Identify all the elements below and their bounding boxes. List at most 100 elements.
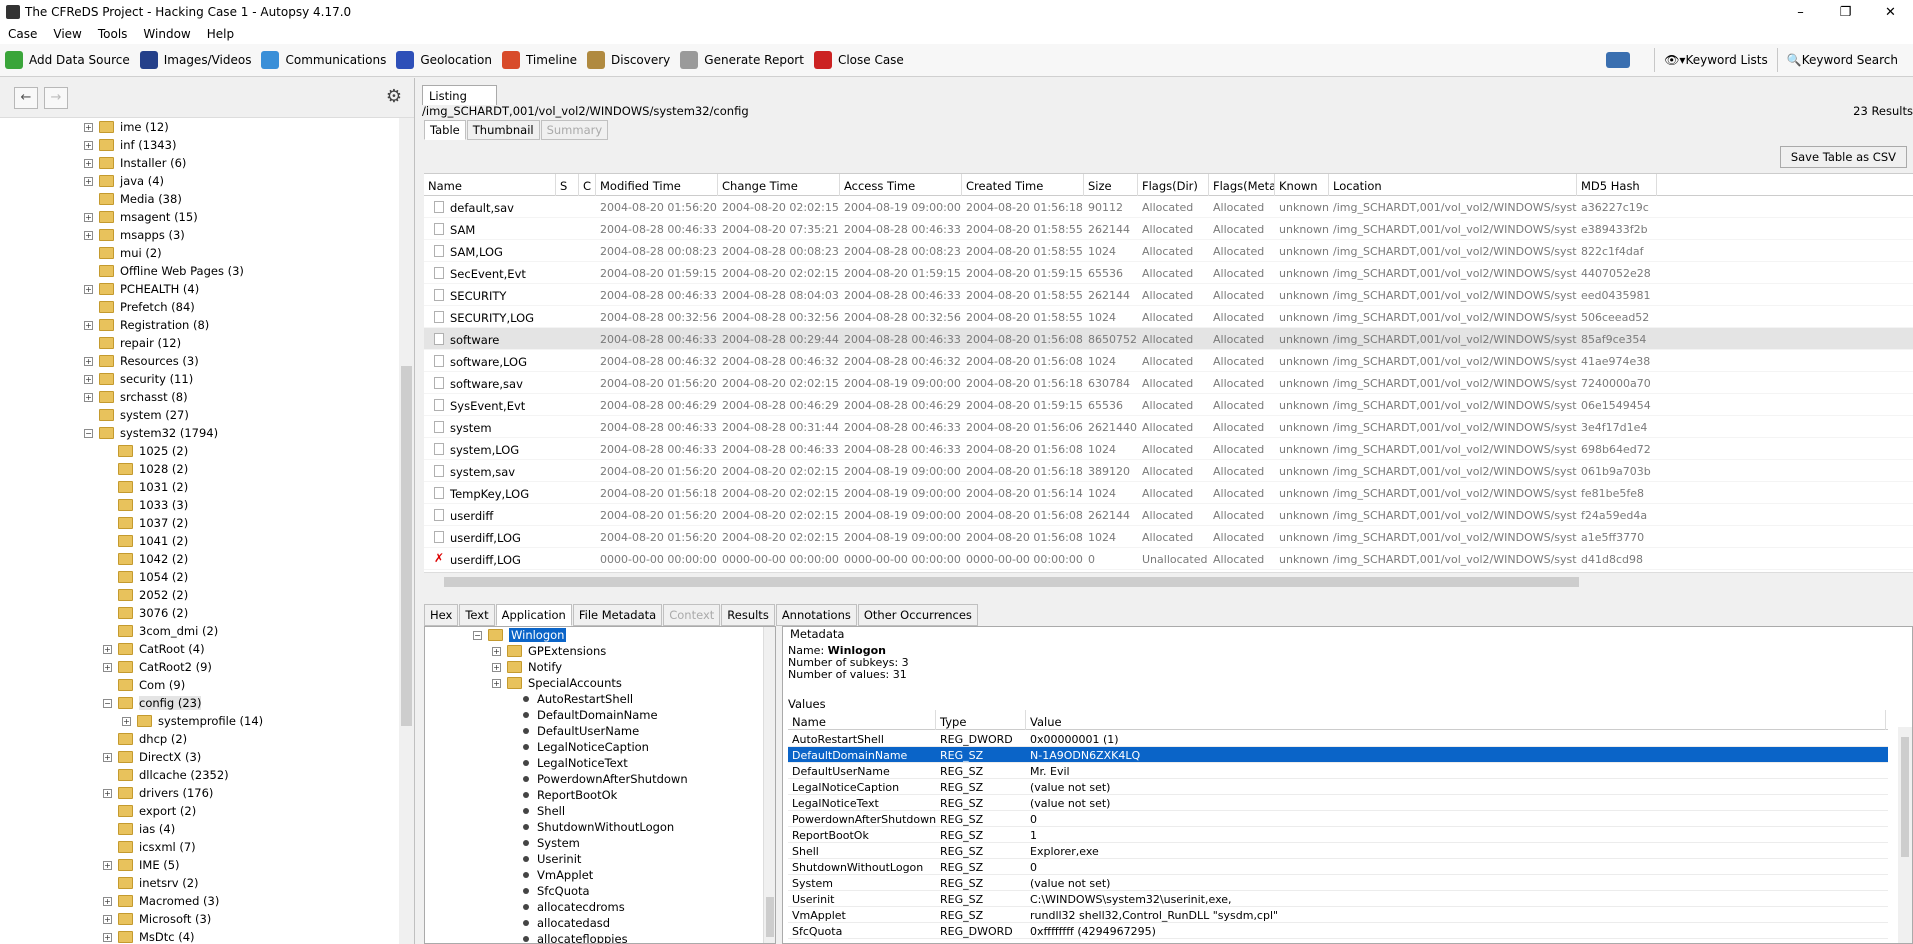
tree-item[interactable]: 1025 (2): [103, 442, 188, 460]
tree-item[interactable]: 1054 (2): [103, 568, 188, 586]
tree-item[interactable]: + security (11): [84, 370, 193, 388]
menu-view[interactable]: View: [45, 27, 89, 41]
tree-item[interactable]: + CatRoot2 (9): [103, 658, 212, 676]
registry-subkey[interactable]: + SpecialAccounts: [492, 675, 622, 691]
registry-value[interactable]: ShutdownWithoutLogon: [523, 819, 674, 835]
back-button[interactable]: ←: [14, 86, 38, 109]
mail-icon[interactable]: [1606, 52, 1631, 68]
tree-expander-icon[interactable]: +: [103, 932, 112, 942]
registry-subkey[interactable]: + GPExtensions: [492, 643, 606, 659]
values-table-row[interactable]: System REG_SZ (value not set): [788, 875, 1888, 891]
tree-item[interactable]: + IME (5): [103, 856, 180, 874]
table-row[interactable]: system 2004-08-28 00:46:33 KST 2004-08-28 …: [424, 416, 1913, 438]
tree-item[interactable]: + DirectX (3): [103, 748, 201, 766]
table-row[interactable]: SysEvent,Evt 2004-08-28 00:46:29 KST 2004-…: [424, 394, 1913, 416]
geolocationbutton[interactable]: Geolocation: [391, 46, 497, 74]
values-table-row[interactable]: PowerdownAfterShutdown REG_SZ 0: [788, 811, 1888, 827]
tree-item[interactable]: − config (23): [103, 694, 202, 712]
tree-item[interactable]: + ime (12): [84, 118, 169, 136]
column-header[interactable]: Change Time: [718, 174, 840, 196]
gear-icon[interactable]: ⚙: [386, 86, 402, 107]
tree-item[interactable]: + msapps (3): [84, 226, 185, 244]
tree-expander-icon[interactable]: +: [84, 374, 93, 384]
tree-item[interactable]: + java (4): [84, 172, 164, 190]
tree-item[interactable]: + CatRoot (4): [103, 640, 205, 658]
registry-value[interactable]: allocatefloppies: [523, 931, 628, 943]
tree-expander-icon[interactable]: +: [84, 230, 93, 240]
tree-expander-icon[interactable]: +: [103, 788, 112, 798]
registry-value[interactable]: Userinit: [523, 851, 581, 867]
tab-annotations[interactable]: Annotations: [775, 604, 857, 626]
tree-expander-icon[interactable]: +: [84, 356, 93, 366]
tree-item[interactable]: 3com_dmi (2): [103, 622, 218, 640]
tree-item[interactable]: inetsrv (2): [103, 874, 199, 892]
tab-table[interactable]: Table: [424, 120, 466, 140]
tree-expander-icon[interactable]: +: [84, 320, 93, 330]
table-row[interactable]: default,sav 2004-08-20 01:56:20 KST 2004-0…: [424, 196, 1913, 218]
tree-item[interactable]: + srchasst (8): [84, 388, 188, 406]
keyword-lists-button[interactable]: 👁▾ Keyword Lists: [1659, 46, 1773, 74]
column-header[interactable]: Name: [424, 174, 556, 196]
tab-file-metadata[interactable]: File Metadata: [572, 604, 663, 626]
tree-expander-icon[interactable]: +: [84, 158, 93, 168]
tree-item[interactable]: Com (9): [103, 676, 185, 694]
tab-text[interactable]: Text: [459, 604, 495, 626]
values-table-row[interactable]: ReportBootOk REG_SZ 1: [788, 827, 1888, 843]
values-table-row[interactable]: SfcQuota REG_DWORD 0xffffffff (4294967295): [788, 923, 1888, 939]
tree-item[interactable]: + PCHEALTH (4): [84, 280, 199, 298]
values-table-row[interactable]: ShutdownWithoutLogon REG_SZ 0: [788, 859, 1888, 875]
registry-tree-scrollbar[interactable]: [763, 627, 775, 943]
tree-item[interactable]: 1031 (2): [103, 478, 188, 496]
close-casebutton[interactable]: Close Case: [809, 46, 909, 74]
tree-expander-icon[interactable]: +: [103, 752, 112, 762]
tree-expander-icon[interactable]: +: [84, 176, 93, 186]
registry-value[interactable]: SfcQuota: [523, 883, 590, 899]
column-header[interactable]: Size: [1084, 174, 1138, 196]
tree-expander-icon[interactable]: +: [492, 646, 501, 656]
save-csv-button[interactable]: Save Table as CSV: [1779, 146, 1907, 168]
table-row[interactable]: software 2004-08-28 00:46:33 KST 2004-08-2…: [424, 328, 1913, 350]
table-row[interactable]: userdiff,LOG 2004-08-20 01:56:20 KST 2004-…: [424, 526, 1913, 548]
discoverybutton[interactable]: Discovery: [582, 46, 675, 74]
registry-key-winlogon[interactable]: − Winlogon: [473, 627, 567, 643]
close-window-button[interactable]: ✕: [1868, 0, 1913, 24]
column-header[interactable]: Modified Time: [596, 174, 718, 196]
tree-item[interactable]: 2052 (2): [103, 586, 188, 604]
values-table-row[interactable]: Userinit REG_SZ C:\WINDOWS\system32\userin…: [788, 891, 1888, 907]
tree-item[interactable]: + msagent (15): [84, 208, 198, 226]
tree-expander-icon[interactable]: +: [84, 284, 93, 294]
registry-subkey[interactable]: + Notify: [492, 659, 562, 675]
tree-item[interactable]: 3076 (2): [103, 604, 188, 622]
table-horizontal-scrollbar[interactable]: [424, 572, 1913, 590]
values-scrollbar[interactable]: [1898, 727, 1912, 943]
tree-item[interactable]: system (27): [84, 406, 189, 424]
registry-value[interactable]: DefaultUserName: [523, 723, 639, 739]
tab-application[interactable]: Application: [495, 604, 572, 626]
table-row[interactable]: SAM 2004-08-28 00:46:33 KST 2004-08-20 07:…: [424, 218, 1913, 240]
values-table-row[interactable]: AutoRestartShell REG_DWORD 0x00000001 (1): [788, 731, 1888, 747]
maximize-button[interactable]: ❐: [1823, 0, 1868, 24]
minimize-button[interactable]: –: [1778, 0, 1823, 24]
table-row[interactable]: SECURITY 2004-08-28 00:46:33 KST 2004-08-2…: [424, 284, 1913, 306]
tab-listing[interactable]: Listing: [422, 85, 497, 105]
table-row[interactable]: system,LOG 2004-08-28 00:46:33 KST 2004-08…: [424, 438, 1913, 460]
tree-item[interactable]: 1041 (2): [103, 532, 188, 550]
tree-expander-icon[interactable]: +: [103, 644, 112, 654]
values-column-header[interactable]: Value: [1026, 710, 1886, 730]
tree-item[interactable]: repair (12): [84, 334, 181, 352]
tree-item[interactable]: 1042 (2): [103, 550, 188, 568]
column-header[interactable]: MD5 Hash: [1577, 174, 1657, 196]
tree-expander-icon[interactable]: +: [103, 860, 112, 870]
registry-value[interactable]: LegalNoticeText: [523, 755, 628, 771]
tree-expander-icon[interactable]: −: [84, 428, 93, 438]
registry-value[interactable]: AutoRestartShell: [523, 691, 633, 707]
forward-button[interactable]: →: [44, 86, 68, 109]
values-table-row[interactable]: VmApplet REG_SZ rundll32 shell32,Control_R…: [788, 907, 1888, 923]
table-row[interactable]: software,LOG 2004-08-28 00:46:32 KST 2004-…: [424, 350, 1913, 372]
menu-window[interactable]: Window: [135, 27, 198, 41]
table-row[interactable]: userdiff 2004-08-20 01:56:20 KST 2004-08-2…: [424, 504, 1913, 526]
table-row[interactable]: SECURITY,LOG 2004-08-28 00:32:56 KST 2004-…: [424, 306, 1913, 328]
tree-item[interactable]: + drivers (176): [103, 784, 213, 802]
table-row[interactable]: SAM,LOG 2004-08-28 00:08:23 KST 2004-08-28…: [424, 240, 1913, 262]
registry-value[interactable]: LegalNoticeCaption: [523, 739, 649, 755]
